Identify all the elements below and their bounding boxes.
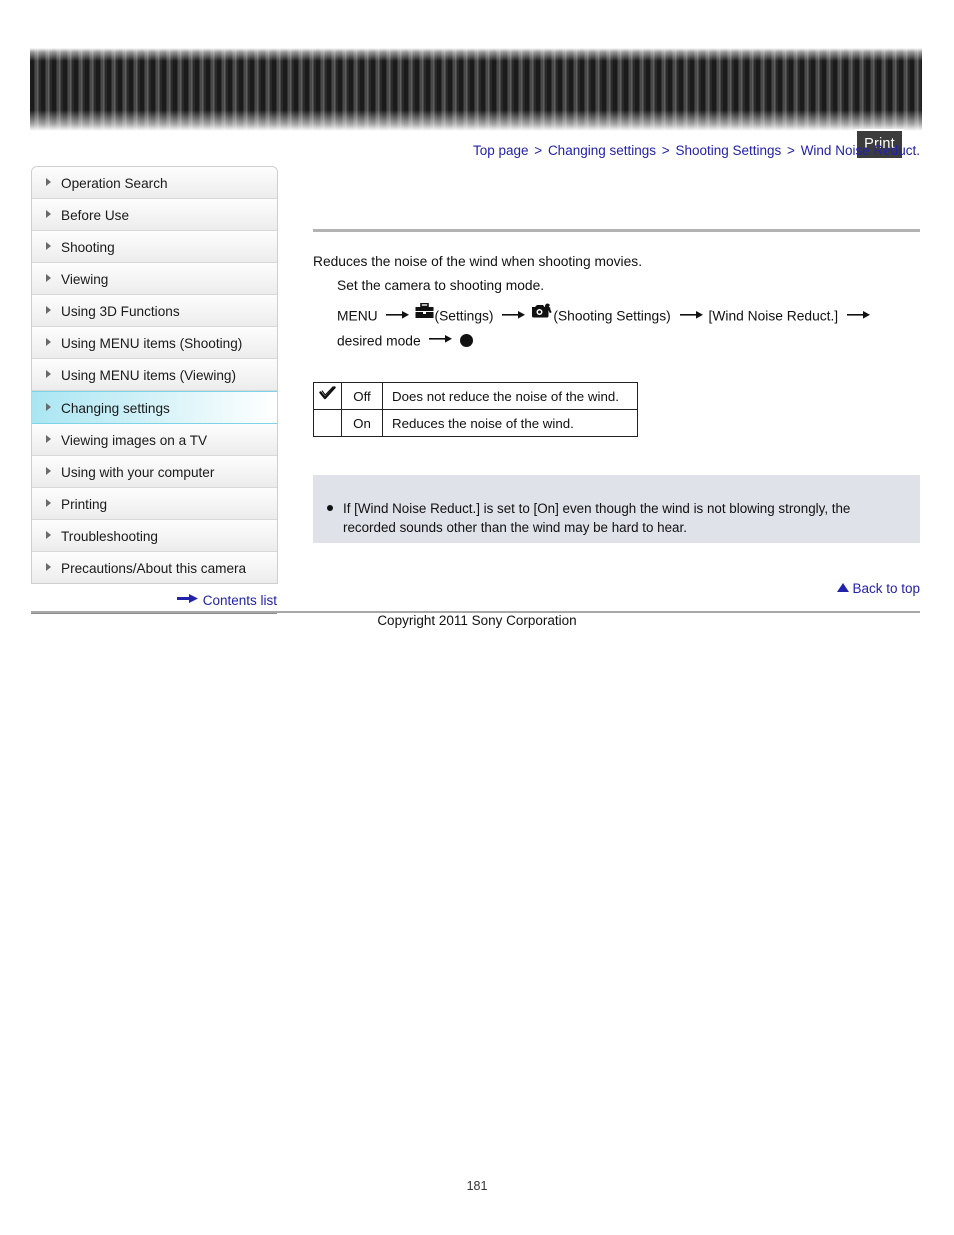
triangle-bullet-icon: [46, 563, 51, 572]
menu-path-start: MENU: [337, 308, 378, 324]
up-triangle-icon: [837, 582, 850, 592]
table-cell-option-desc: Does not reduce the noise of the wind.: [382, 382, 638, 410]
triangle-bullet-icon: [46, 242, 51, 251]
sidebar-item-viewing-images-on-a-tv[interactable]: Viewing images on a TV: [32, 424, 277, 456]
sidebar-item-label: Viewing: [61, 271, 109, 287]
toolbox-icon: [415, 302, 434, 327]
note-list: If [Wind Noise Reduct.] is set to [On] e…: [313, 475, 920, 537]
sidebar-item-printing[interactable]: Printing: [32, 488, 277, 520]
desired-label: desired: [337, 333, 383, 349]
sidebar-item-using-3d-functions[interactable]: Using 3D Functions: [32, 295, 277, 327]
sidebar-item-before-use[interactable]: Before Use: [32, 199, 277, 231]
sidebar-item-shooting[interactable]: Shooting: [32, 231, 277, 263]
contents-list-link[interactable]: Contents list: [31, 592, 277, 608]
breadcrumb-item-changing-settings[interactable]: Changing settings: [548, 143, 656, 158]
triangle-bullet-icon: [46, 210, 51, 219]
center-button-icon: [460, 333, 474, 347]
right-arrow-icon: [846, 304, 871, 328]
triangle-bullet-icon: [46, 435, 51, 444]
triangle-bullet-icon: [46, 531, 51, 540]
sidebar-item-changing-settings[interactable]: Changing settings: [32, 391, 277, 424]
note-item: If [Wind Noise Reduct.] is set to [On] e…: [327, 499, 894, 537]
back-to-top-link[interactable]: Back to top: [837, 580, 920, 596]
breadcrumb: Top page > Changing settings > Shooting …: [473, 143, 920, 158]
triangle-bullet-icon: [46, 467, 51, 476]
right-arrow-icon: [386, 304, 410, 328]
table-cell-check: [313, 409, 342, 437]
sidebar-item-precautions-about-this-camera[interactable]: Precautions/About this camera: [32, 552, 277, 583]
menu-path-instruction: MENU (Settings) (Shooting Settings) [Win…: [337, 302, 915, 353]
mode-label: mode: [386, 333, 421, 349]
table-row: Off Does not reduce the noise of the win…: [313, 382, 638, 410]
sidebar-item-label: Operation Search: [61, 175, 168, 191]
triangle-bullet-icon: [46, 370, 51, 379]
header-banner: Print: [30, 48, 922, 160]
menu-item-label: [Wind Noise Reduct.]: [708, 308, 839, 324]
triangle-bullet-icon: [46, 403, 51, 412]
right-arrow-icon: [679, 304, 704, 328]
back-to-top-label: Back to top: [852, 580, 920, 596]
sidebar-item-label: Viewing images on a TV: [61, 432, 208, 448]
sidebar-item-label: Troubleshooting: [61, 528, 158, 544]
breadcrumb-separator: >: [534, 143, 543, 158]
sidebar-item-label: Shooting: [61, 239, 115, 255]
sidebar-item-label: Precautions/About this camera: [61, 560, 247, 576]
sidebar-item-label: Using with your computer: [61, 464, 215, 480]
sidebar-item-label: Using MENU items (Viewing): [61, 367, 236, 383]
breadcrumb-separator: >: [787, 143, 795, 158]
sidebar-item-label: Before Use: [61, 207, 130, 223]
sidebar-item-label: Using MENU items (Shooting): [61, 335, 243, 351]
camera-wrench-icon: [531, 302, 553, 327]
sidebar-item-using-menu-items-shooting[interactable]: Using MENU items (Shooting): [32, 327, 277, 359]
step-paragraph: Set the camera to shooting mode.: [337, 278, 545, 293]
options-table: Off Does not reduce the noise of the win…: [313, 382, 638, 437]
note-box: If [Wind Noise Reduct.] is set to [On] e…: [313, 475, 920, 543]
content-divider: [313, 229, 920, 232]
breadcrumb-item-wind-noise-reduct[interactable]: Wind Noise Reduct.: [801, 143, 920, 158]
breadcrumb-item-top-page[interactable]: Top page: [473, 143, 529, 158]
right-arrow-icon: [176, 592, 199, 607]
table-cell-option-name: Off: [341, 382, 383, 410]
settings-label: (Settings): [434, 308, 494, 324]
sidebar-item-label: Using 3D Functions: [61, 303, 180, 319]
breadcrumb-separator: >: [661, 143, 670, 158]
contents-list-label: Contents list: [202, 592, 277, 608]
checkmark-icon: [319, 386, 336, 404]
sidebar-item-label: Changing settings: [61, 400, 170, 416]
triangle-bullet-icon: [46, 499, 51, 508]
bullet-dot-icon: [327, 505, 333, 511]
note-text: If [Wind Noise Reduct.] is set to [On] e…: [343, 501, 851, 535]
triangle-bullet-icon: [46, 274, 51, 283]
triangle-bullet-icon: [46, 306, 51, 315]
sidebar-item-viewing[interactable]: Viewing: [32, 263, 277, 295]
table-cell-check: [313, 382, 342, 410]
breadcrumb-item-shooting-settings[interactable]: Shooting Settings: [675, 143, 781, 158]
sidebar-item-operation-search[interactable]: Operation Search: [32, 167, 277, 199]
right-arrow-icon: [429, 328, 453, 352]
sidebar-item-label: Printing: [61, 496, 108, 512]
copyright-text: Copyright 2011 Sony Corporation: [377, 613, 577, 628]
triangle-bullet-icon: [46, 178, 51, 187]
triangle-bullet-icon: [46, 338, 51, 347]
table-row: On Reduces the noise of the wind.: [313, 409, 638, 437]
sidebar-nav: Operation Search Before Use Shooting Vie…: [31, 166, 278, 584]
sidebar-item-troubleshooting[interactable]: Troubleshooting: [32, 520, 277, 552]
right-arrow-icon: [502, 304, 526, 328]
table-cell-option-name: On: [341, 409, 383, 437]
intro-paragraph: Reduces the noise of the wind when shoot…: [313, 254, 643, 269]
sidebar-item-using-menu-items-viewing[interactable]: Using MENU items (Viewing): [32, 359, 277, 391]
table-cell-option-desc: Reduces the noise of the wind.: [382, 409, 638, 437]
sidebar-item-using-with-your-computer[interactable]: Using with your computer: [32, 456, 277, 488]
shooting-settings-label: (Shooting Settings): [553, 308, 671, 324]
page-number: 181: [466, 1179, 488, 1193]
